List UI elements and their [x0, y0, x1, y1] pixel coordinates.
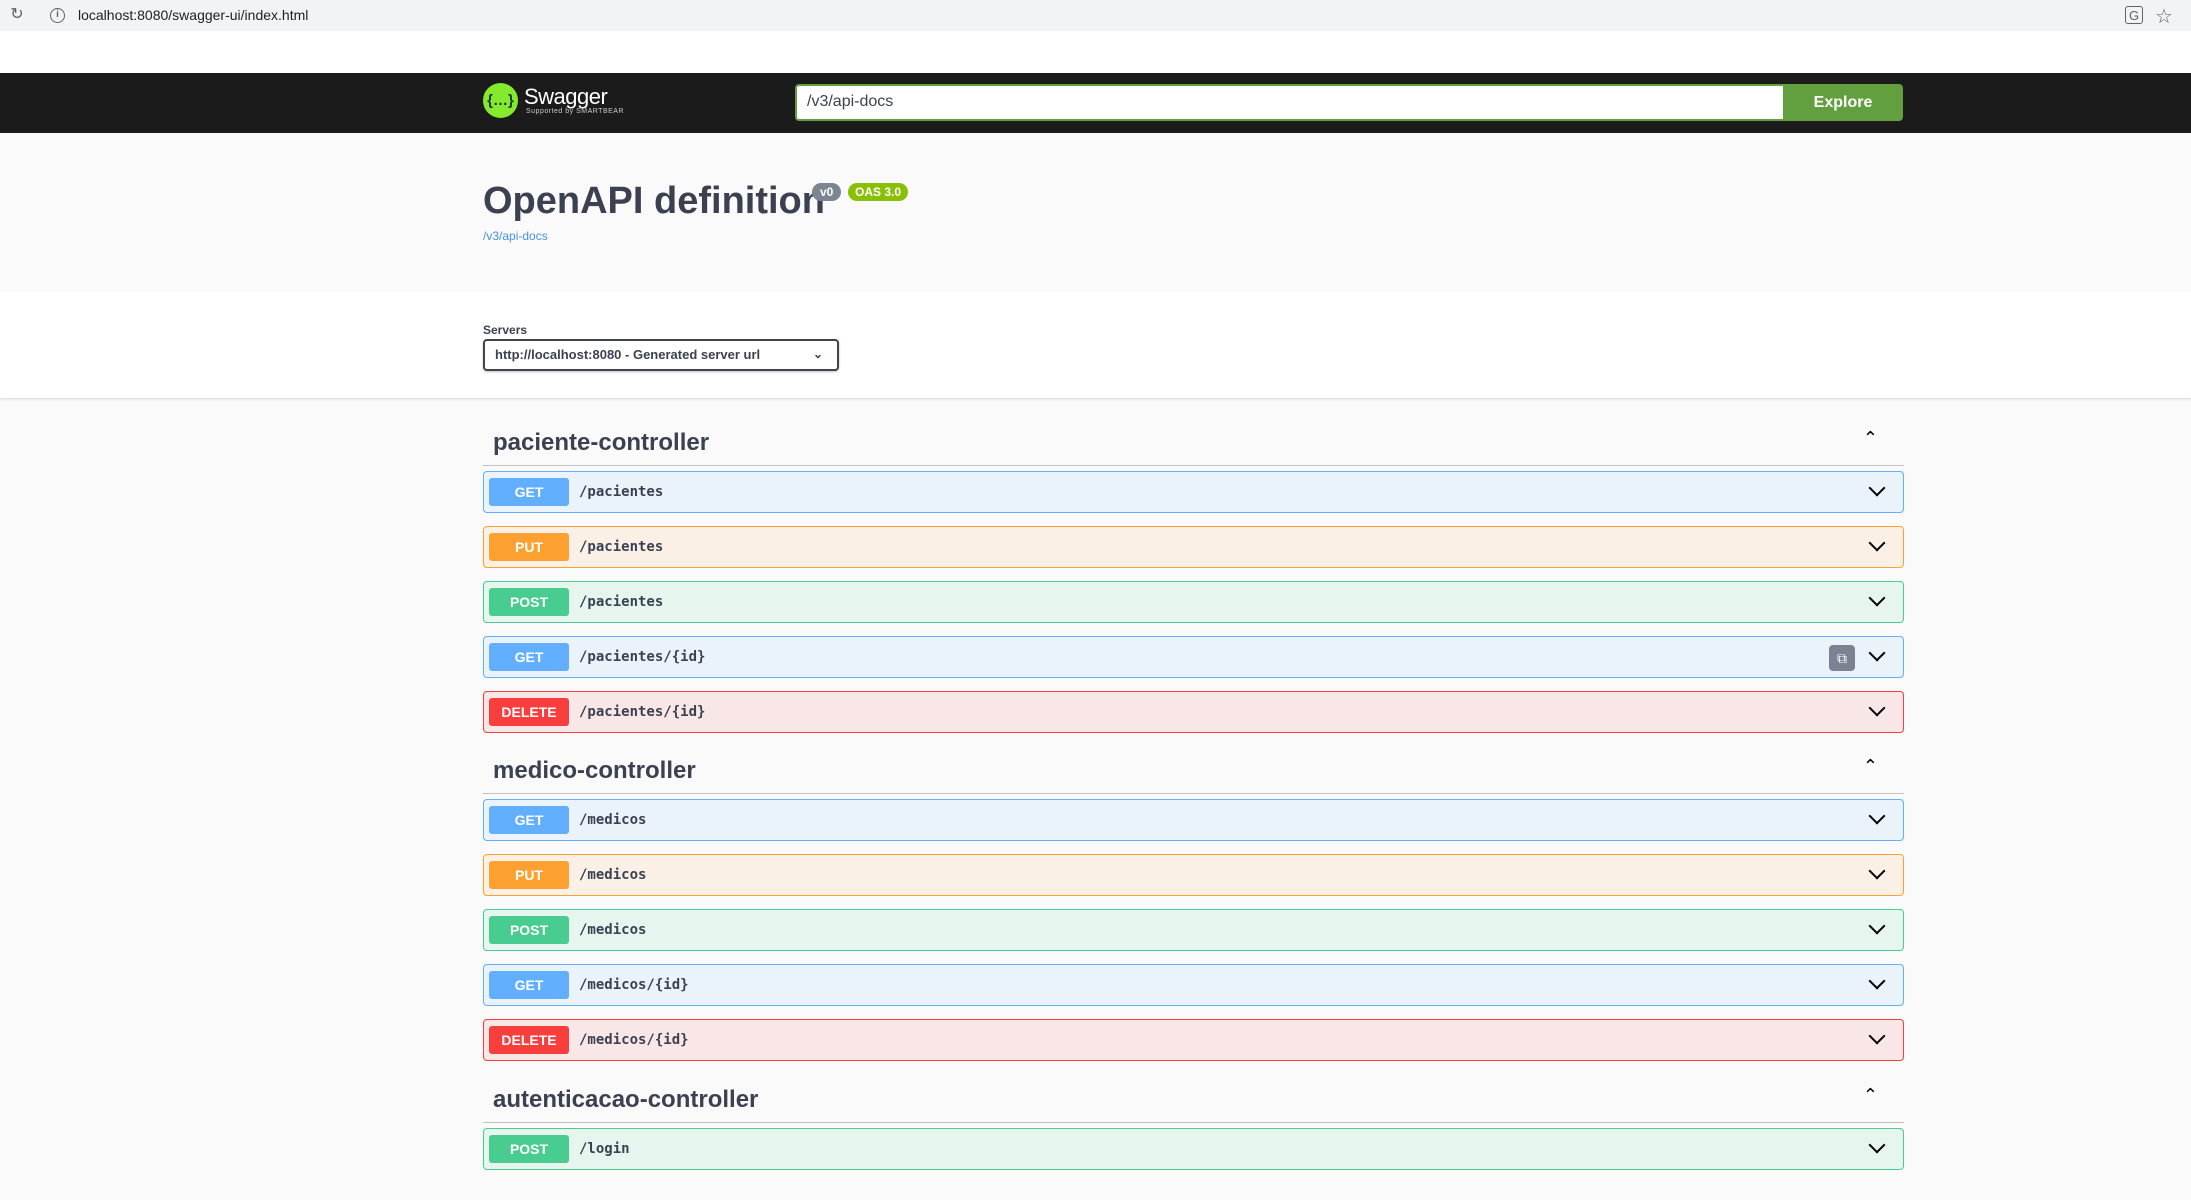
chevron-down-icon[interactable]: [1867, 1028, 1887, 1048]
tag-name: autenticacao-controller: [493, 1086, 759, 1113]
servers-select[interactable]: http://localhost:8080 - Generated server…: [483, 339, 839, 371]
method-badge: PUT: [489, 861, 569, 889]
chevron-down-icon[interactable]: [1867, 645, 1887, 665]
operation-path: /medicos/{id}: [579, 977, 689, 993]
method-badge: DELETE: [489, 1026, 569, 1054]
chevron-up-icon[interactable]: ⌃: [1863, 756, 1878, 777]
reload-icon[interactable]: ↻: [8, 6, 26, 24]
api-docs-link[interactable]: /v3/api-docs: [483, 229, 548, 243]
chevron-down-icon[interactable]: [1867, 590, 1887, 610]
method-badge: GET: [489, 806, 569, 834]
operation-path: /medicos/{id}: [579, 1032, 689, 1048]
star-icon[interactable]: ☆: [2155, 4, 2173, 29]
operation-path: /pacientes: [579, 539, 664, 555]
operation-path: /medicos: [579, 812, 647, 828]
operation-post[interactable]: POST/medicos: [483, 909, 1904, 951]
servers-selected-value: http://localhost:8080 - Generated server…: [495, 347, 761, 362]
definition-url-input[interactable]: /v3/api-docs: [795, 84, 1785, 121]
logo-subtext: Supported by SMARTBEAR: [526, 108, 625, 115]
servers-section: Servers http://localhost:8080 - Generate…: [0, 291, 2191, 399]
operation-post[interactable]: POST/pacientes: [483, 581, 1904, 623]
operation-path: /medicos: [579, 867, 647, 883]
operation-path: /medicos: [579, 922, 647, 938]
operation-get[interactable]: GET/pacientes/{id} ⧉: [483, 636, 1904, 678]
operation-path: /pacientes/{id}: [579, 704, 706, 720]
chevron-down-icon[interactable]: [1867, 535, 1887, 555]
operation-delete[interactable]: DELETE/medicos/{id}: [483, 1019, 1904, 1061]
operation-path: /pacientes: [579, 484, 664, 500]
tag-name: paciente-controller: [493, 429, 710, 456]
site-info-icon[interactable]: i: [50, 8, 65, 23]
tag-section-medico-controller[interactable]: medico-controller ⌃: [483, 742, 1904, 794]
chevron-down-icon[interactable]: [1867, 918, 1887, 938]
method-badge: POST: [489, 1135, 569, 1163]
chevron-down-icon[interactable]: [1867, 808, 1887, 828]
operation-put[interactable]: PUT/pacientes: [483, 526, 1904, 568]
tag-section-autenticacao-controller[interactable]: autenticacao-controller ⌃: [483, 1071, 1904, 1123]
tag-section-paciente-controller[interactable]: paciente-controller ⌃: [483, 414, 1904, 466]
operation-get[interactable]: GET/pacientes: [483, 471, 1904, 513]
operation-delete[interactable]: DELETE/pacientes/{id}: [483, 691, 1904, 733]
translate-icon[interactable]: G: [2125, 6, 2143, 24]
chevron-down-icon[interactable]: [1867, 700, 1887, 720]
method-badge: GET: [489, 643, 569, 671]
logo-text: Swagger: [524, 84, 608, 109]
page-gap: [0, 31, 2191, 73]
servers-label: Servers: [483, 323, 528, 337]
method-badge: DELETE: [489, 698, 569, 726]
address-url[interactable]: localhost:8080/swagger-ui/index.html: [78, 7, 308, 23]
chevron-down-icon[interactable]: [1867, 1137, 1887, 1157]
operation-path: /login: [579, 1141, 630, 1157]
method-badge: GET: [489, 478, 569, 506]
chevron-up-icon[interactable]: ⌃: [1863, 1085, 1878, 1106]
operation-path: /pacientes/{id}: [579, 649, 706, 665]
operation-post[interactable]: POST/login: [483, 1128, 1904, 1170]
browser-address-bar: ↻ i localhost:8080/swagger-ui/index.html…: [0, 0, 2191, 31]
operation-path: /pacientes: [579, 594, 664, 610]
oas-badge: OAS 3.0: [848, 183, 909, 201]
swagger-logo-icon: {…}: [483, 83, 518, 118]
chevron-up-icon[interactable]: ⌃: [1863, 428, 1878, 449]
method-badge: GET: [489, 971, 569, 999]
swagger-logo[interactable]: {…} Swagger Supported by SMARTBEAR: [483, 83, 624, 118]
info-section: OpenAPI definition v0 OAS 3.0 /v3/api-do…: [0, 133, 2191, 291]
copy-icon[interactable]: ⧉: [1829, 645, 1855, 671]
operation-put[interactable]: PUT/medicos: [483, 854, 1904, 896]
chevron-down-icon: ⌄: [812, 347, 823, 361]
swagger-topbar: {…} Swagger Supported by SMARTBEAR /v3/a…: [0, 73, 2191, 133]
method-badge: PUT: [489, 533, 569, 561]
operation-get[interactable]: GET/medicos: [483, 799, 1904, 841]
page-title: OpenAPI definition: [483, 180, 825, 222]
method-badge: POST: [489, 588, 569, 616]
chevron-down-icon[interactable]: [1867, 863, 1887, 883]
operation-get[interactable]: GET/medicos/{id}: [483, 964, 1904, 1006]
version-badge: v0: [812, 183, 842, 201]
explore-button[interactable]: Explore: [1783, 84, 1903, 121]
chevron-down-icon[interactable]: [1867, 973, 1887, 993]
tag-name: medico-controller: [493, 757, 696, 784]
method-badge: POST: [489, 916, 569, 944]
chevron-down-icon[interactable]: [1867, 480, 1887, 500]
